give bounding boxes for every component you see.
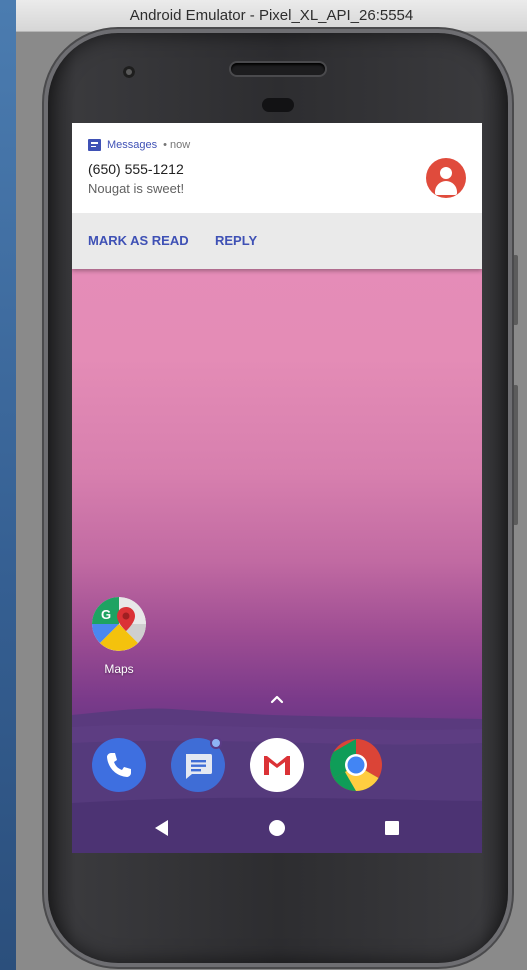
reply-button[interactable]: REPLY (215, 213, 257, 269)
gmail-icon (264, 755, 290, 775)
maps-icon[interactable]: G (92, 597, 146, 651)
message-notification[interactable]: Messages • now (650) 555-1212 Nougat is … (72, 123, 482, 269)
notification-sender: (650) 555-1212 (88, 161, 184, 177)
notification-time: • now (163, 139, 191, 151)
emulator-side-handle (513, 385, 518, 525)
home-icon[interactable] (269, 820, 285, 836)
contact-avatar-icon (426, 158, 466, 198)
notification-badge (210, 737, 222, 749)
recent-apps-icon[interactable] (385, 821, 399, 835)
emulator-side-handle (513, 255, 518, 325)
gmail-app-button[interactable] (250, 738, 304, 792)
desktop-background (0, 0, 16, 970)
messages-icon (88, 139, 101, 151)
window-titlebar[interactable]: Android Emulator - Pixel_XL_API_26:5554 (16, 0, 527, 32)
messages-app-button[interactable] (171, 737, 225, 792)
notification-actions: MARK AS READ REPLY (72, 213, 482, 269)
phone-icon (107, 753, 131, 777)
back-icon[interactable] (155, 820, 168, 836)
notification-message: Nougat is sweet! (88, 181, 185, 196)
navigation-bar (72, 803, 482, 853)
notification-app-name: Messages (107, 139, 158, 151)
phone-app-button[interactable] (92, 738, 146, 792)
window-title: Android Emulator - Pixel_XL_API_26:5554 (129, 7, 414, 24)
svg-text:G: G (101, 607, 111, 622)
earpiece-speaker (231, 63, 325, 75)
notification-header: Messages • now (88, 137, 190, 153)
chrome-app-button[interactable] (329, 738, 383, 792)
chrome-icon (330, 739, 382, 791)
front-camera (123, 66, 135, 78)
device-screen[interactable]: Messages • now (650) 555-1212 Nougat is … (72, 123, 482, 853)
maps-label: Maps (104, 662, 134, 676)
mark-as-read-button[interactable]: MARK AS READ (88, 213, 189, 269)
proximity-sensor (262, 98, 294, 112)
chevron-up-icon[interactable] (267, 692, 287, 706)
